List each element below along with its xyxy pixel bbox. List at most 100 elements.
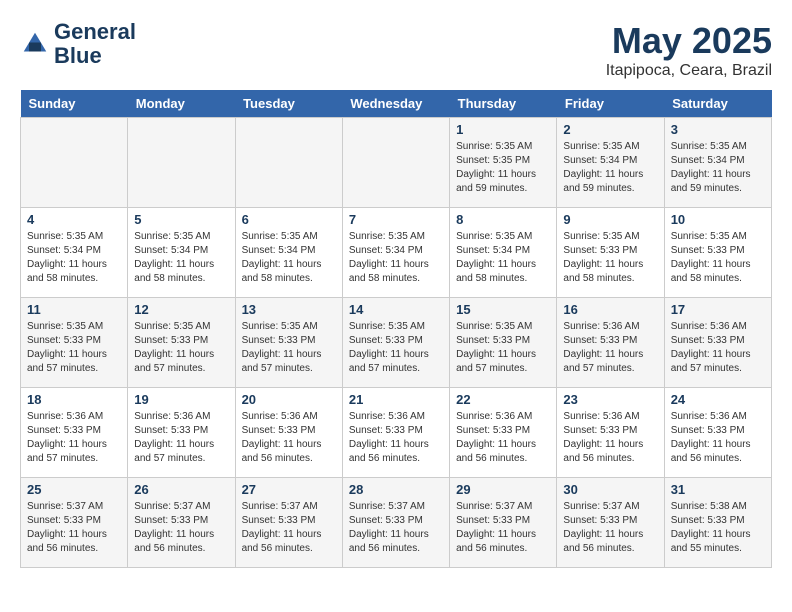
day-number: 29 <box>456 482 550 497</box>
day-number: 26 <box>134 482 228 497</box>
page-header: General Blue May 2025 Itapipoca, Ceara, … <box>20 20 772 80</box>
weekday-header-row: SundayMondayTuesdayWednesdayThursdayFrid… <box>21 90 772 118</box>
calendar-cell: 29 Sunrise: 5:37 AM Sunset: 5:33 PM Dayli… <box>450 478 557 568</box>
day-number: 12 <box>134 302 228 317</box>
calendar-cell <box>235 118 342 208</box>
day-number: 20 <box>242 392 336 407</box>
cell-info: Sunrise: 5:35 AM Sunset: 5:34 PM Dayligh… <box>456 230 550 286</box>
day-number: 24 <box>671 392 765 407</box>
calendar-cell: 24 Sunrise: 5:36 AM Sunset: 5:33 PM Dayli… <box>664 388 771 478</box>
calendar-cell: 11Sunrise: 5:35 AM Sunset: 5:33 PM Dayli… <box>21 298 128 388</box>
calendar-cell: 13Sunrise: 5:35 AM Sunset: 5:33 PM Dayli… <box>235 298 342 388</box>
cell-info: Sunrise: 5:35 AM Sunset: 5:33 PM Dayligh… <box>27 320 121 376</box>
weekday-header-thursday: Thursday <box>450 90 557 118</box>
day-number: 1 <box>456 122 550 137</box>
cell-info: Sunrise: 5:36 AM Sunset: 5:33 PM Dayligh… <box>563 410 657 466</box>
day-number: 23 <box>563 392 657 407</box>
day-number: 15 <box>456 302 550 317</box>
day-number: 17 <box>671 302 765 317</box>
calendar-cell: 1Sunrise: 5:35 AM Sunset: 5:35 PM Daylig… <box>450 118 557 208</box>
calendar-cell: 12Sunrise: 5:35 AM Sunset: 5:33 PM Dayli… <box>128 298 235 388</box>
cell-info: Sunrise: 5:36 AM Sunset: 5:33 PM Dayligh… <box>349 410 443 466</box>
weekday-header-sunday: Sunday <box>21 90 128 118</box>
cell-info: Sunrise: 5:37 AM Sunset: 5:33 PM Dayligh… <box>349 500 443 556</box>
calendar-cell: 2Sunrise: 5:35 AM Sunset: 5:34 PM Daylig… <box>557 118 664 208</box>
calendar-cell: 7 Sunrise: 5:35 AM Sunset: 5:34 PM Daylig… <box>342 208 449 298</box>
weekday-header-friday: Friday <box>557 90 664 118</box>
cell-info: Sunrise: 5:36 AM Sunset: 5:33 PM Dayligh… <box>456 410 550 466</box>
calendar-cell: 18 Sunrise: 5:36 AM Sunset: 5:33 PM Dayli… <box>21 388 128 478</box>
day-number: 7 <box>349 212 443 227</box>
calendar-cell: 5 Sunrise: 5:35 AM Sunset: 5:34 PM Daylig… <box>128 208 235 298</box>
day-number: 19 <box>134 392 228 407</box>
calendar-cell: 17 Sunrise: 5:36 AM Sunset: 5:33 PM Dayli… <box>664 298 771 388</box>
calendar-cell: 22 Sunrise: 5:36 AM Sunset: 5:33 PM Dayli… <box>450 388 557 478</box>
cell-info: Sunrise: 5:36 AM Sunset: 5:33 PM Dayligh… <box>242 410 336 466</box>
calendar-cell: 8 Sunrise: 5:35 AM Sunset: 5:34 PM Daylig… <box>450 208 557 298</box>
day-number: 4 <box>27 212 121 227</box>
cell-info: Sunrise: 5:36 AM Sunset: 5:33 PM Dayligh… <box>671 410 765 466</box>
day-number: 30 <box>563 482 657 497</box>
cell-info: Sunrise: 5:35 AM Sunset: 5:33 PM Dayligh… <box>349 320 443 376</box>
cell-info: Sunrise: 5:37 AM Sunset: 5:33 PM Dayligh… <box>27 500 121 556</box>
cell-info: Sunrise: 5:36 AM Sunset: 5:33 PM Dayligh… <box>134 410 228 466</box>
calendar-cell: 30 Sunrise: 5:37 AM Sunset: 5:33 PM Dayli… <box>557 478 664 568</box>
day-number: 31 <box>671 482 765 497</box>
day-number: 14 <box>349 302 443 317</box>
calendar-cell: 16 Sunrise: 5:36 AM Sunset: 5:33 PM Dayli… <box>557 298 664 388</box>
location: Itapipoca, Ceara, Brazil <box>606 62 772 80</box>
day-number: 8 <box>456 212 550 227</box>
day-number: 21 <box>349 392 443 407</box>
cell-info: Sunrise: 5:36 AM Sunset: 5:33 PM Dayligh… <box>563 320 657 376</box>
calendar-cell: 9Sunrise: 5:35 AM Sunset: 5:33 PM Daylig… <box>557 208 664 298</box>
week-row-4: 18 Sunrise: 5:36 AM Sunset: 5:33 PM Dayli… <box>21 388 772 478</box>
week-row-1: 1Sunrise: 5:35 AM Sunset: 5:35 PM Daylig… <box>21 118 772 208</box>
week-row-5: 25 Sunrise: 5:37 AM Sunset: 5:33 PM Dayli… <box>21 478 772 568</box>
weekday-header-saturday: Saturday <box>664 90 771 118</box>
cell-info: Sunrise: 5:37 AM Sunset: 5:33 PM Dayligh… <box>563 500 657 556</box>
calendar-cell: 3Sunrise: 5:35 AM Sunset: 5:34 PM Daylig… <box>664 118 771 208</box>
calendar-cell: 20 Sunrise: 5:36 AM Sunset: 5:33 PM Dayli… <box>235 388 342 478</box>
cell-info: Sunrise: 5:35 AM Sunset: 5:33 PM Dayligh… <box>242 320 336 376</box>
calendar-table: SundayMondayTuesdayWednesdayThursdayFrid… <box>20 90 772 568</box>
calendar-cell: 23 Sunrise: 5:36 AM Sunset: 5:33 PM Dayli… <box>557 388 664 478</box>
cell-info: Sunrise: 5:38 AM Sunset: 5:33 PM Dayligh… <box>671 500 765 556</box>
calendar-cell: 26 Sunrise: 5:37 AM Sunset: 5:33 PM Dayli… <box>128 478 235 568</box>
cell-info: Sunrise: 5:37 AM Sunset: 5:33 PM Dayligh… <box>456 500 550 556</box>
day-number: 28 <box>349 482 443 497</box>
weekday-header-tuesday: Tuesday <box>235 90 342 118</box>
day-number: 22 <box>456 392 550 407</box>
month-title: May 2025 <box>606 20 772 62</box>
calendar-cell: 15Sunrise: 5:35 AM Sunset: 5:33 PM Dayli… <box>450 298 557 388</box>
calendar-cell: 19 Sunrise: 5:36 AM Sunset: 5:33 PM Dayli… <box>128 388 235 478</box>
calendar-cell: 27Sunrise: 5:37 AM Sunset: 5:33 PM Dayli… <box>235 478 342 568</box>
week-row-3: 11Sunrise: 5:35 AM Sunset: 5:33 PM Dayli… <box>21 298 772 388</box>
cell-info: Sunrise: 5:36 AM Sunset: 5:33 PM Dayligh… <box>27 410 121 466</box>
calendar-cell <box>128 118 235 208</box>
logo: General Blue <box>20 20 136 68</box>
cell-info: Sunrise: 5:35 AM Sunset: 5:34 PM Dayligh… <box>671 140 765 196</box>
day-number: 25 <box>27 482 121 497</box>
day-number: 27 <box>242 482 336 497</box>
cell-info: Sunrise: 5:35 AM Sunset: 5:34 PM Dayligh… <box>242 230 336 286</box>
calendar-cell: 28 Sunrise: 5:37 AM Sunset: 5:33 PM Dayli… <box>342 478 449 568</box>
day-number: 16 <box>563 302 657 317</box>
day-number: 18 <box>27 392 121 407</box>
calendar-cell: 14 Sunrise: 5:35 AM Sunset: 5:33 PM Dayli… <box>342 298 449 388</box>
week-row-2: 4 Sunrise: 5:35 AM Sunset: 5:34 PM Daylig… <box>21 208 772 298</box>
calendar-cell: 21 Sunrise: 5:36 AM Sunset: 5:33 PM Dayli… <box>342 388 449 478</box>
calendar-cell: 10Sunrise: 5:35 AM Sunset: 5:33 PM Dayli… <box>664 208 771 298</box>
calendar-cell: 25 Sunrise: 5:37 AM Sunset: 5:33 PM Dayli… <box>21 478 128 568</box>
cell-info: Sunrise: 5:37 AM Sunset: 5:33 PM Dayligh… <box>134 500 228 556</box>
cell-info: Sunrise: 5:35 AM Sunset: 5:33 PM Dayligh… <box>563 230 657 286</box>
logo-text: General Blue <box>54 20 136 68</box>
day-number: 5 <box>134 212 228 227</box>
cell-info: Sunrise: 5:35 AM Sunset: 5:34 PM Dayligh… <box>27 230 121 286</box>
weekday-header-wednesday: Wednesday <box>342 90 449 118</box>
day-number: 2 <box>563 122 657 137</box>
cell-info: Sunrise: 5:35 AM Sunset: 5:34 PM Dayligh… <box>134 230 228 286</box>
day-number: 10 <box>671 212 765 227</box>
cell-info: Sunrise: 5:36 AM Sunset: 5:33 PM Dayligh… <box>671 320 765 376</box>
day-number: 6 <box>242 212 336 227</box>
cell-info: Sunrise: 5:35 AM Sunset: 5:34 PM Dayligh… <box>349 230 443 286</box>
